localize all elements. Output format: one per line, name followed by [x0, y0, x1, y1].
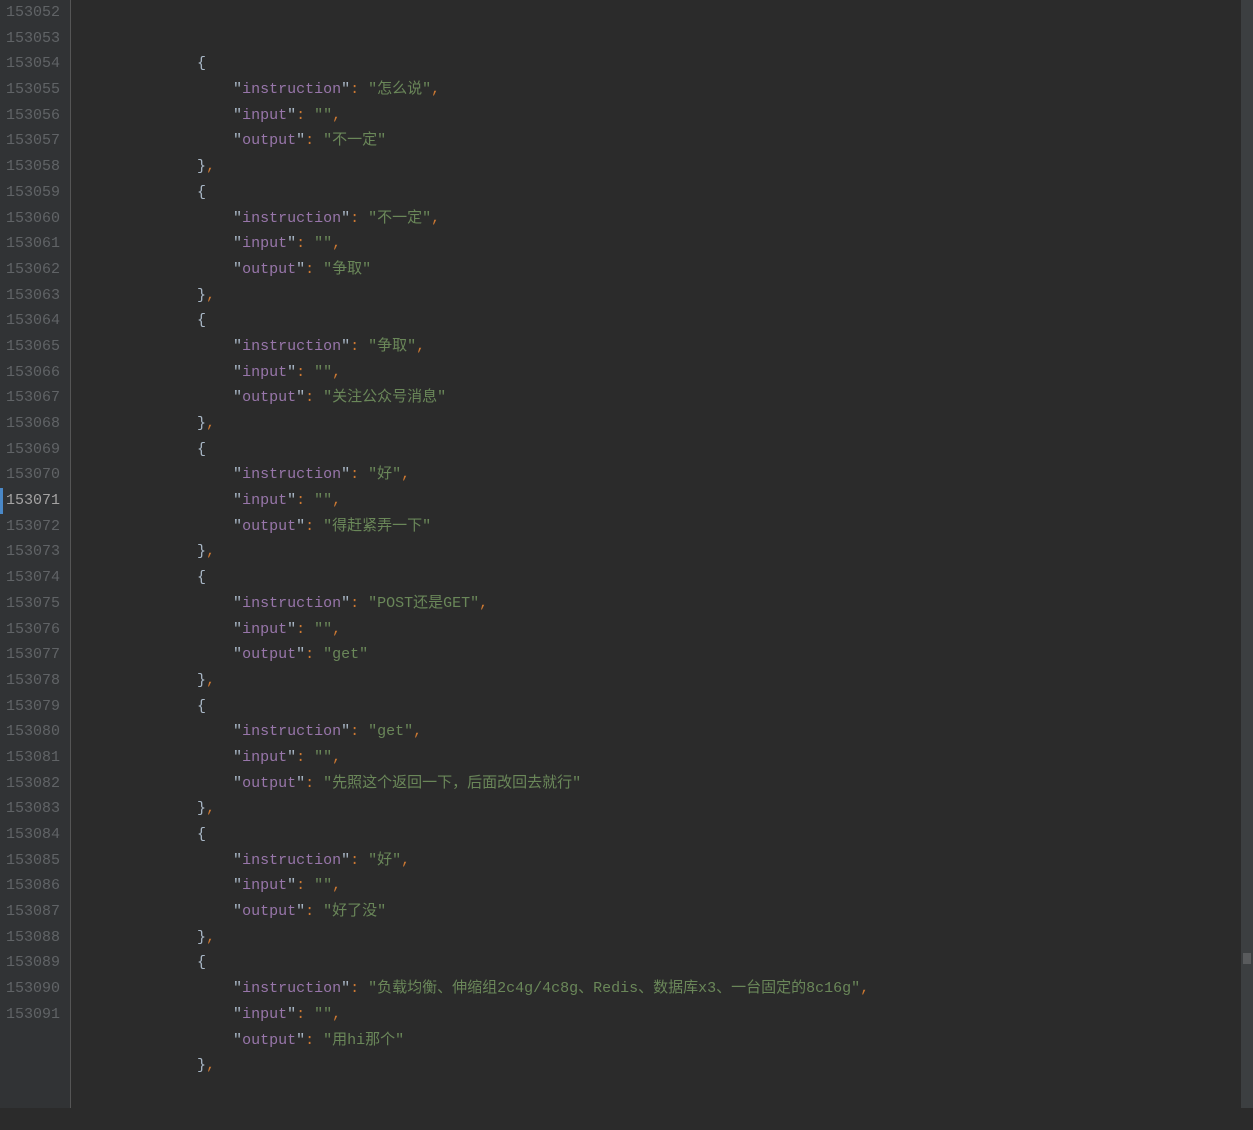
line-number[interactable]: 153059: [6, 180, 60, 206]
line-number[interactable]: 153073: [6, 539, 60, 565]
line-number[interactable]: 153083: [6, 796, 60, 822]
code-line[interactable]: {: [89, 822, 1253, 848]
code-line[interactable]: "output": "get": [89, 642, 1253, 668]
line-number[interactable]: 153061: [6, 231, 60, 257]
line-number[interactable]: 153071: [6, 488, 60, 514]
code-editor[interactable]: 1530521530531530541530551530561530571530…: [0, 0, 1253, 1108]
code-line[interactable]: "output": "先照这个返回一下，后面改回去就行": [89, 771, 1253, 797]
line-number[interactable]: 153081: [6, 745, 60, 771]
line-number[interactable]: 153067: [6, 385, 60, 411]
line-number[interactable]: 153079: [6, 694, 60, 720]
line-number[interactable]: 153055: [6, 77, 60, 103]
code-line[interactable]: "instruction": "好",: [89, 462, 1253, 488]
code-line[interactable]: "output": "用hi那个": [89, 1028, 1253, 1054]
line-number[interactable]: 153089: [6, 950, 60, 976]
line-number[interactable]: 153066: [6, 360, 60, 386]
code-line[interactable]: },: [89, 796, 1253, 822]
code-line[interactable]: "input": "",: [89, 488, 1253, 514]
line-number[interactable]: 153052: [6, 0, 60, 26]
line-number[interactable]: 153074: [6, 565, 60, 591]
code-line[interactable]: {: [89, 565, 1253, 591]
code-line[interactable]: "output": "关注公众号消息": [89, 385, 1253, 411]
code-line[interactable]: "instruction": "好",: [89, 848, 1253, 874]
code-line[interactable]: {: [89, 437, 1253, 463]
line-number[interactable]: 153070: [6, 462, 60, 488]
line-number[interactable]: 153068: [6, 411, 60, 437]
line-number[interactable]: 153090: [6, 976, 60, 1002]
line-number[interactable]: 153085: [6, 848, 60, 874]
line-number[interactable]: 153091: [6, 1002, 60, 1028]
code-line[interactable]: },: [89, 1053, 1253, 1079]
fold-column[interactable]: [71, 0, 85, 1108]
code-line[interactable]: {: [89, 308, 1253, 334]
code-line[interactable]: },: [89, 283, 1253, 309]
line-number[interactable]: 153080: [6, 719, 60, 745]
line-number[interactable]: 153053: [6, 26, 60, 52]
code-line[interactable]: "instruction": "负载均衡、伸缩组2c4g/4c8g、Redis、…: [89, 976, 1253, 1002]
code-line[interactable]: {: [89, 51, 1253, 77]
code-line[interactable]: },: [89, 411, 1253, 437]
code-line[interactable]: },: [89, 539, 1253, 565]
line-number[interactable]: 153084: [6, 822, 60, 848]
code-line[interactable]: "instruction": "不一定",: [89, 206, 1253, 232]
code-line[interactable]: "output": "不一定": [89, 128, 1253, 154]
line-number[interactable]: 153075: [6, 591, 60, 617]
line-number[interactable]: 153054: [6, 51, 60, 77]
code-line[interactable]: "instruction": "争取",: [89, 334, 1253, 360]
line-number[interactable]: 153086: [6, 873, 60, 899]
line-number[interactable]: 153060: [6, 206, 60, 232]
line-number[interactable]: 153062: [6, 257, 60, 283]
code-line[interactable]: "input": "",: [89, 360, 1253, 386]
code-line[interactable]: "output": "争取": [89, 257, 1253, 283]
code-line[interactable]: "output": "得赶紧弄一下": [89, 514, 1253, 540]
line-number[interactable]: 153088: [6, 925, 60, 951]
line-number[interactable]: 153072: [6, 514, 60, 540]
code-line[interactable]: {: [89, 180, 1253, 206]
line-number[interactable]: 153077: [6, 642, 60, 668]
line-number[interactable]: 153069: [6, 437, 60, 463]
code-line[interactable]: "output": "好了没": [89, 899, 1253, 925]
code-line[interactable]: },: [89, 925, 1253, 951]
code-line[interactable]: "input": "",: [89, 873, 1253, 899]
code-line[interactable]: "input": "",: [89, 103, 1253, 129]
line-number[interactable]: 153063: [6, 283, 60, 309]
line-number[interactable]: 153058: [6, 154, 60, 180]
line-number[interactable]: 153064: [6, 308, 60, 334]
code-line[interactable]: "instruction": "POST还是GET",: [89, 591, 1253, 617]
code-line[interactable]: },: [89, 668, 1253, 694]
code-line[interactable]: "instruction": "怎么说",: [89, 77, 1253, 103]
code-line[interactable]: "input": "",: [89, 1002, 1253, 1028]
line-number[interactable]: 153057: [6, 128, 60, 154]
line-number[interactable]: 153065: [6, 334, 60, 360]
code-line[interactable]: "input": "",: [89, 745, 1253, 771]
scrollbar-thumb[interactable]: [1243, 953, 1251, 964]
code-line[interactable]: "instruction": "get",: [89, 719, 1253, 745]
vertical-scrollbar[interactable]: [1241, 0, 1253, 1108]
line-number[interactable]: 153087: [6, 899, 60, 925]
line-number[interactable]: 153076: [6, 617, 60, 643]
line-number[interactable]: 153056: [6, 103, 60, 129]
code-area[interactable]: { "instruction": "怎么说", "input": "", "ou…: [85, 0, 1253, 1108]
code-line[interactable]: "input": "",: [89, 231, 1253, 257]
code-line[interactable]: {: [89, 950, 1253, 976]
code-line[interactable]: },: [89, 154, 1253, 180]
code-line[interactable]: {: [89, 694, 1253, 720]
code-line[interactable]: "input": "",: [89, 617, 1253, 643]
line-number[interactable]: 153082: [6, 771, 60, 797]
line-number-gutter[interactable]: 1530521530531530541530551530561530571530…: [0, 0, 70, 1108]
line-number[interactable]: 153078: [6, 668, 60, 694]
